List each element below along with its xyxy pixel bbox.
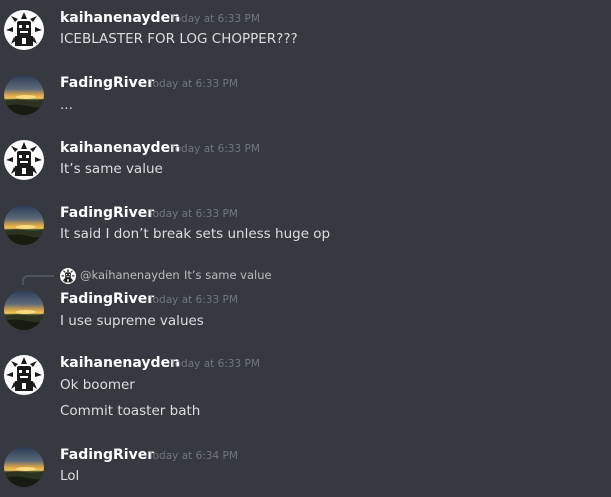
message-text: ICEBLASTER FOR LOG CHOPPER??? (60, 31, 298, 47)
roblox-character-avatar-icon[interactable] (4, 355, 44, 395)
message-author[interactable]: FadingRiver (60, 446, 154, 464)
message-author[interactable]: kaihanenayden (60, 9, 180, 27)
reply-author-mention[interactable]: @kaihanenayden (80, 268, 180, 283)
message-text: ... (60, 97, 73, 113)
message-author[interactable]: FadingRiver (60, 204, 154, 222)
message-timestamp: Today at 6:33 PM (170, 13, 260, 25)
message-timestamp: Today at 6:33 PM (148, 78, 238, 90)
roblox-character-avatar-icon[interactable] (4, 140, 44, 180)
message-timestamp: Today at 6:34 PM (148, 450, 238, 462)
sunset-landscape-avatar-icon[interactable] (4, 290, 44, 330)
message-timestamp: Today at 6:33 PM (148, 294, 238, 306)
message-text: I use supreme values (60, 313, 204, 329)
message-text: Commit toaster bath (60, 403, 201, 419)
reply-preview-text[interactable]: It’s same value (184, 268, 272, 283)
message-timestamp: Today at 6:33 PM (170, 358, 260, 370)
roblox-character-avatar-icon[interactable] (60, 268, 76, 284)
message-text: Ok boomer (60, 377, 135, 393)
message-timestamp: Today at 6:33 PM (148, 208, 238, 220)
chat-message-list: kaihanenayden Today at 6:33 PM ICEBLASTE… (0, 0, 611, 497)
message-text: It’s same value (60, 161, 163, 177)
sunset-landscape-avatar-icon[interactable] (4, 447, 44, 487)
message-timestamp: Today at 6:33 PM (170, 143, 260, 155)
sunset-landscape-avatar-icon[interactable] (4, 75, 44, 115)
message-author[interactable]: kaihanenayden (60, 139, 180, 157)
sunset-landscape-avatar-icon[interactable] (4, 205, 44, 245)
roblox-character-avatar-icon[interactable] (4, 10, 44, 50)
message-author[interactable]: kaihanenayden (60, 354, 180, 372)
message-author[interactable]: FadingRiver (60, 74, 154, 92)
message-text: Lol (60, 468, 80, 484)
message-text: It said I don’t break sets unless huge o… (60, 226, 331, 242)
reply-connector-line (22, 275, 54, 285)
message-author[interactable]: FadingRiver (60, 290, 154, 308)
